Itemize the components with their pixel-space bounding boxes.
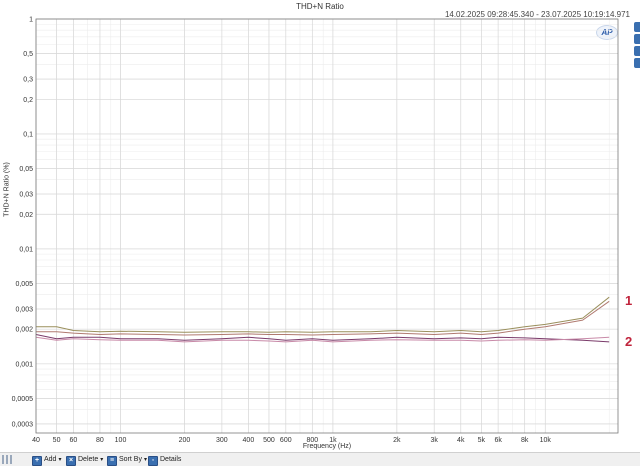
y-tick-label: 0,03 <box>19 192 33 199</box>
series-line-1 <box>36 296 610 333</box>
y-tick-label: 0,3 <box>23 77 33 84</box>
add-button[interactable]: + Add ▾ <box>32 454 62 466</box>
y-tick-label: 0,0005 <box>12 396 34 403</box>
sortby-label: Sort By <box>119 456 142 463</box>
y-tick-label: 0,01 <box>19 246 33 253</box>
annotation-label-2: 2 <box>625 334 632 349</box>
sort-by-button[interactable]: ≡ Sort By ▾ <box>107 454 147 466</box>
y-tick-label: 0,05 <box>19 166 33 173</box>
toolbar-grip-icon <box>2 455 20 464</box>
delete-button[interactable]: × Delete ▾ <box>66 454 104 466</box>
y-tick-label: 1 <box>29 17 33 24</box>
y-tick-label: 0,001 <box>15 361 33 368</box>
chevron-down-icon: ▾ <box>100 457 104 463</box>
plot-frame <box>35 18 619 434</box>
y-tick-label: 0,2 <box>23 97 33 104</box>
chevron-down-icon: ▾ <box>58 457 62 463</box>
chevron-down-icon: ▾ <box>143 457 147 463</box>
y-tick-label: 0,1 <box>23 131 33 138</box>
delete-label: Delete <box>78 456 99 463</box>
details-label: Details <box>160 456 182 463</box>
y-tick-label: 0,5 <box>23 51 33 58</box>
chart-window: THD+N Ratio 14.02.2025 09:28:45.340 - 23… <box>0 0 640 466</box>
y-tick-label: 0,005 <box>15 281 33 288</box>
bottom-toolbar: + Add ▾ × Delete ▾ ≡ Sort By ▾ ◦ Details <box>0 452 640 466</box>
y-tick-label: 0,003 <box>15 306 33 313</box>
details-button[interactable]: ◦ Details <box>148 454 182 466</box>
plot-area: 40 50 60 80 100 200 300 400 500 600 800 1k 2k 3k 4k 5k 6… <box>12 17 633 445</box>
series-line-2 <box>36 300 610 336</box>
y-tick-label: 0,02 <box>19 212 33 219</box>
x-axis-label: Frequency (Hz) <box>302 443 352 450</box>
y-axis-label: THD+N Ratio (%) <box>3 162 11 217</box>
y-tick-label: 0,002 <box>15 327 33 334</box>
add-label: Add <box>44 456 57 463</box>
y-tick-label: 0,0003 <box>12 421 34 428</box>
annotation-label-1: 1 <box>625 293 632 308</box>
